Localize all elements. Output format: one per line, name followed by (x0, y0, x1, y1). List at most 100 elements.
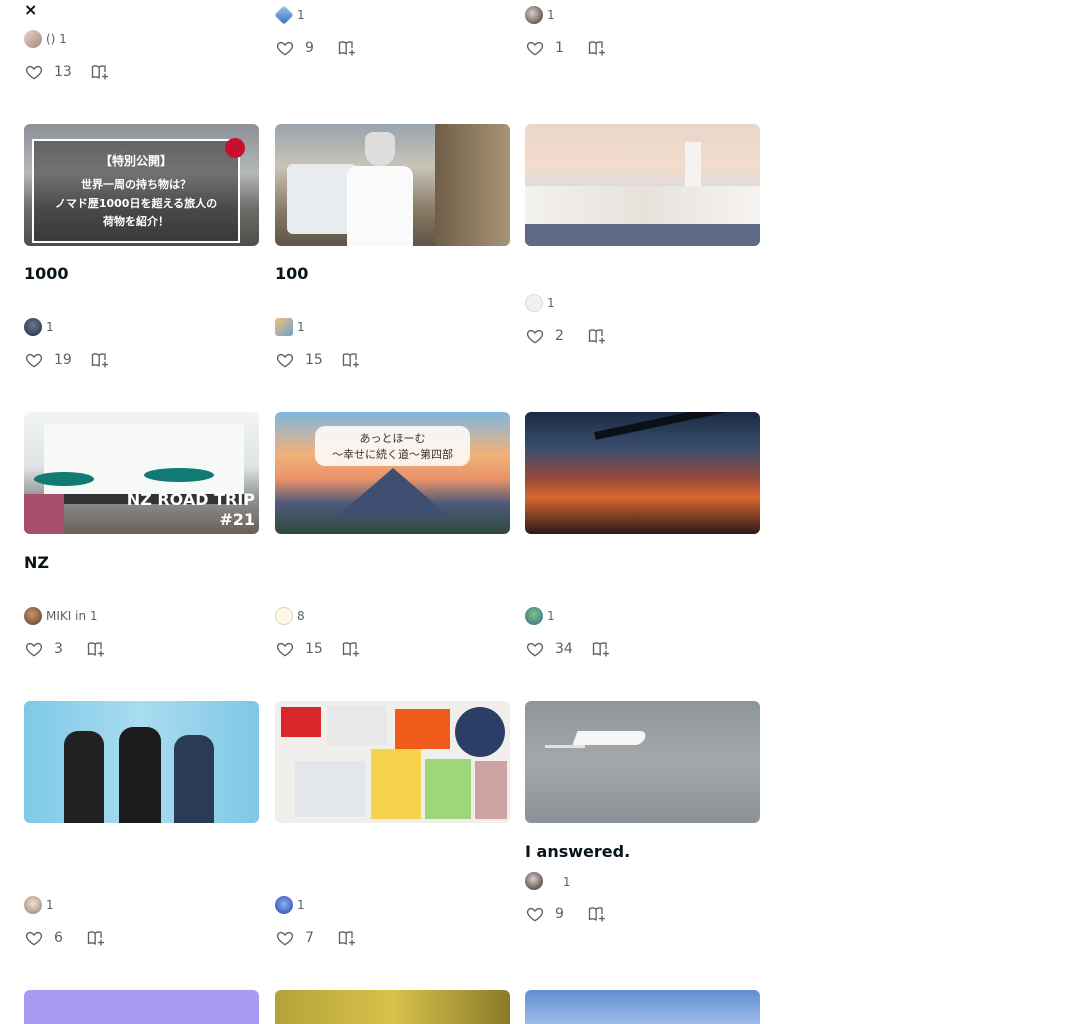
card-thumbnail[interactable] (24, 701, 259, 823)
card-author-row[interactable]: 1 (24, 318, 259, 336)
card-thumbnail[interactable] (275, 124, 510, 246)
card-author[interactable]: 1 (297, 8, 305, 22)
note-card[interactable] (275, 990, 510, 1024)
card-author[interactable]: 1 (547, 8, 555, 22)
like-button[interactable]: 9 (525, 904, 569, 924)
card-thumbnail[interactable]: 【特別公開】 世界一周の持ち物は？ ノマド歴1000日を超える旅人の 荷物を紹介… (24, 124, 259, 246)
add-to-magazine-button[interactable] (337, 928, 357, 948)
magazine-add-icon (588, 329, 605, 344)
add-to-magazine-button[interactable] (86, 639, 106, 659)
card-author[interactable]: () 1 (46, 32, 67, 46)
like-count: 6 (54, 930, 63, 946)
note-card[interactable] (24, 990, 259, 1024)
add-to-magazine-button[interactable] (591, 639, 611, 659)
card-author-row[interactable]: () 1 (24, 30, 259, 48)
author-avatar[interactable] (24, 30, 42, 48)
card-author-row[interactable]: 8 (275, 607, 510, 625)
like-button[interactable]: 2 (525, 326, 569, 346)
card-thumbnail[interactable]: あっとほーむ ～幸せに続く道～第四部 (275, 412, 510, 534)
card-author-row[interactable]: 1 (525, 607, 760, 625)
like-button[interactable]: 13 (24, 62, 72, 82)
card-thumbnail[interactable] (525, 990, 760, 1024)
card-thumbnail[interactable] (525, 701, 760, 823)
note-card[interactable]: 1 34 (525, 412, 760, 657)
card-author[interactable]: 1 (547, 873, 571, 890)
card-title[interactable]: I answered. (525, 840, 760, 864)
like-button[interactable]: 7 (275, 928, 319, 948)
card-author[interactable]: 1 (297, 320, 305, 334)
like-button[interactable]: 9 (275, 38, 319, 58)
like-button[interactable]: 15 (275, 639, 323, 659)
card-author-row[interactable]: 1 (525, 294, 760, 312)
card-author-row[interactable]: 1 (525, 872, 760, 890)
magazine-add-icon (87, 642, 104, 657)
card-author-row[interactable]: MIKI in 1 (24, 607, 259, 625)
card-thumbnail[interactable] (275, 701, 510, 823)
card-author[interactable]: 1 (297, 898, 305, 912)
add-to-magazine-button[interactable] (587, 38, 607, 58)
card-thumbnail[interactable] (24, 990, 259, 1024)
card-author[interactable]: 1 (547, 609, 555, 623)
add-to-magazine-button[interactable] (337, 38, 357, 58)
card-title[interactable]: NZ (24, 551, 259, 575)
heart-outline-icon (526, 41, 544, 56)
author-avatar[interactable] (275, 318, 293, 336)
card-title[interactable]: 100 (275, 262, 510, 286)
note-card[interactable]: 1 6 (24, 701, 259, 946)
card-author[interactable]: 1 (46, 320, 54, 334)
author-avatar[interactable] (525, 294, 543, 312)
author-avatar[interactable] (275, 896, 293, 914)
card-title[interactable]: × (24, 0, 259, 22)
add-to-magazine-button[interactable] (90, 350, 110, 370)
note-card[interactable]: 【特別公開】 世界一周の持ち物は？ ノマド歴1000日を超える旅人の 荷物を紹介… (24, 124, 259, 368)
heart-outline-icon (25, 931, 43, 946)
author-avatar[interactable] (275, 607, 293, 625)
author-avatar[interactable] (24, 318, 42, 336)
note-card[interactable] (525, 990, 760, 1024)
card-author-row[interactable]: 1 (24, 896, 259, 914)
author-avatar[interactable] (525, 872, 543, 890)
add-to-magazine-button[interactable] (587, 326, 607, 346)
card-title[interactable]: 1000 (24, 262, 259, 286)
author-avatar[interactable] (525, 6, 543, 24)
card-author[interactable]: 1 (547, 296, 555, 310)
add-to-magazine-button[interactable] (86, 928, 106, 948)
like-button[interactable]: 19 (24, 350, 72, 370)
card-author-row[interactable]: 1 (275, 318, 510, 336)
thumbnail-caption: ノマド歴1000日を超える旅人の (54, 197, 218, 210)
card-author-row[interactable]: 1 (275, 6, 510, 24)
add-to-magazine-button[interactable] (587, 904, 607, 924)
thumbnail-caption: 荷物を紹介！ (103, 215, 169, 228)
like-button[interactable]: 34 (525, 639, 573, 659)
note-card[interactable]: 1 2 (525, 124, 760, 344)
card-thumbnail[interactable] (525, 412, 760, 534)
card-thumbnail[interactable] (525, 124, 760, 246)
author-avatar[interactable] (275, 6, 294, 24)
heart-outline-icon (276, 642, 294, 657)
author-avatar[interactable] (525, 607, 543, 625)
note-card[interactable]: NZ ROAD TRIP #21 NZ MIKI in 1 3 (24, 412, 259, 657)
add-to-magazine-button[interactable] (341, 639, 361, 659)
like-button[interactable]: 1 (525, 38, 569, 58)
note-card[interactable]: 1 7 (275, 701, 510, 946)
note-card[interactable]: あっとほーむ ～幸せに続く道～第四部 8 15 (275, 412, 510, 657)
card-author[interactable]: 1 (46, 898, 54, 912)
card-thumbnail[interactable]: NZ ROAD TRIP #21 (24, 412, 259, 534)
like-button[interactable]: 3 (24, 639, 68, 659)
magazine-add-icon (588, 41, 605, 56)
heart-outline-icon (526, 907, 544, 922)
note-card[interactable]: I answered. 1 9 (525, 701, 760, 922)
author-avatar[interactable] (24, 896, 42, 914)
like-button[interactable]: 6 (24, 928, 68, 948)
author-avatar[interactable] (24, 607, 42, 625)
add-to-magazine-button[interactable] (341, 350, 361, 370)
card-thumbnail[interactable] (275, 990, 510, 1024)
card-author[interactable]: 8 (297, 609, 305, 623)
add-to-magazine-button[interactable] (90, 62, 110, 82)
note-card[interactable]: 100 1 15 (275, 124, 510, 368)
card-author-row[interactable]: 1 (525, 6, 760, 24)
card-title[interactable] (275, 551, 510, 575)
card-author[interactable]: MIKI in 1 (46, 609, 98, 623)
card-author-row[interactable]: 1 (275, 896, 510, 914)
like-button[interactable]: 15 (275, 350, 323, 370)
